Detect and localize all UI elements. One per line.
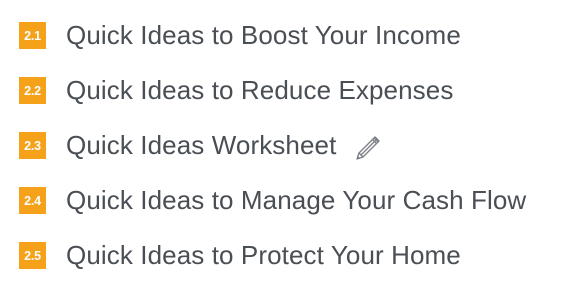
section-number-badge: 2.1 bbox=[19, 22, 46, 49]
section-number-badge: 2.5 bbox=[19, 242, 46, 269]
toc-item-2-4[interactable]: 2.4 Quick Ideas to Manage Your Cash Flow bbox=[19, 173, 526, 228]
toc-item-2-2[interactable]: 2.2 Quick Ideas to Reduce Expenses bbox=[19, 63, 526, 118]
toc-item-label: Quick Ideas to Protect Your Home bbox=[66, 240, 461, 270]
toc-item-2-5[interactable]: 2.5 Quick Ideas to Protect Your Home bbox=[19, 228, 526, 283]
pencil-icon bbox=[350, 128, 386, 164]
section-number-badge: 2.2 bbox=[19, 77, 46, 104]
toc-item-label: Quick Ideas to Reduce Expenses bbox=[66, 75, 454, 105]
table-of-contents: 2.1 Quick Ideas to Boost Your Income 2.2… bbox=[19, 8, 526, 283]
toc-item-2-3[interactable]: 2.3 Quick Ideas Worksheet bbox=[19, 118, 526, 173]
section-number-badge: 2.4 bbox=[19, 187, 46, 214]
toc-item-label: Quick Ideas to Boost Your Income bbox=[66, 20, 461, 50]
section-number-badge: 2.3 bbox=[19, 132, 46, 159]
toc-item-label: Quick Ideas to Manage Your Cash Flow bbox=[66, 185, 527, 215]
toc-item-label: Quick Ideas Worksheet bbox=[66, 130, 337, 160]
toc-item-2-1[interactable]: 2.1 Quick Ideas to Boost Your Income bbox=[19, 8, 526, 63]
